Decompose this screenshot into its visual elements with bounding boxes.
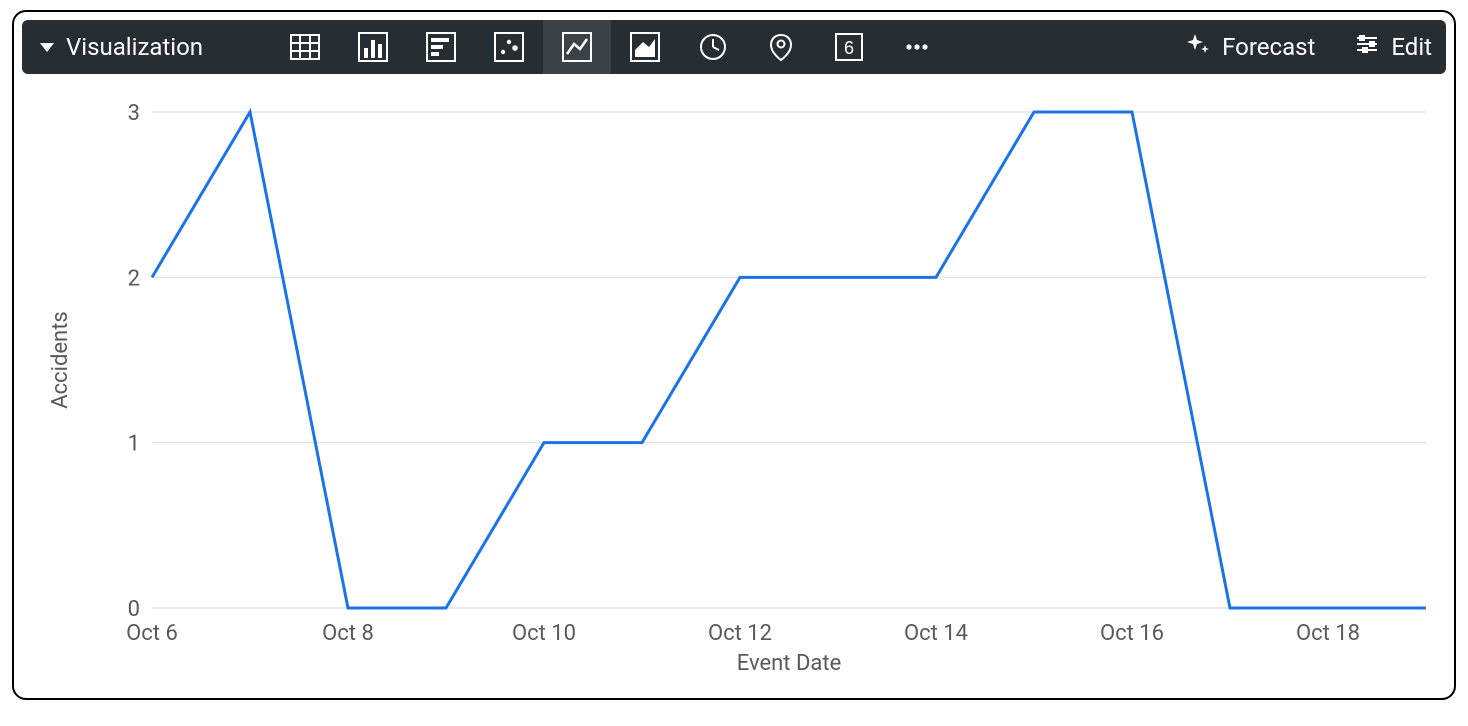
viz-type-map[interactable]: [747, 20, 815, 74]
edit-label: Edit: [1391, 33, 1432, 61]
scatter-chart-icon: [494, 32, 524, 62]
caret-down-icon: [40, 40, 54, 54]
more-icon: [902, 32, 932, 62]
y-tick-label: 2: [128, 266, 140, 291]
viz-type-timeline[interactable]: [679, 20, 747, 74]
timeline-icon: [698, 32, 728, 62]
viz-type-strip: 6: [271, 20, 951, 74]
x-tick-label: Oct 14: [904, 621, 968, 646]
sliders-icon: [1355, 32, 1379, 62]
forecast-label: Forecast: [1222, 33, 1315, 61]
viz-type-more[interactable]: [883, 20, 951, 74]
visualization-toggle[interactable]: Visualization: [32, 33, 211, 61]
line-chart-icon: [562, 32, 592, 62]
viz-type-scatter[interactable]: [475, 20, 543, 74]
x-tick-label: Oct 16: [1100, 621, 1164, 646]
y-tick-label: 3: [128, 101, 140, 126]
viz-type-single-value[interactable]: 6: [815, 20, 883, 74]
x-tick-label: Oct 6: [126, 621, 178, 646]
toolbar-right: Forecast Edit: [1186, 32, 1432, 62]
svg-text:6: 6: [844, 38, 854, 58]
x-tick-label: Oct 8: [322, 621, 374, 646]
sparkle-icon: [1186, 32, 1210, 62]
x-axis-title: Event Date: [737, 651, 841, 676]
forecast-button[interactable]: Forecast: [1186, 32, 1315, 62]
y-axis-title: Accidents: [48, 311, 73, 409]
chart-area: 0 1 2 3 Oct 6 Oct 8 Oct 10 Oct 12 Oct 14 Oct 16 Oc…: [22, 82, 1446, 688]
visualization-toolbar: Visualization: [22, 20, 1446, 74]
y-tick-label: 0: [128, 597, 140, 622]
viz-type-table[interactable]: [271, 20, 339, 74]
x-tick-label: Oct 18: [1296, 621, 1360, 646]
data-line: [152, 112, 1426, 608]
x-tick-label: Oct 10: [512, 621, 576, 646]
edit-button[interactable]: Edit: [1355, 32, 1432, 62]
viz-type-column[interactable]: [339, 20, 407, 74]
y-tick-label: 1: [128, 432, 140, 457]
column-chart-icon: [358, 32, 388, 62]
bar-chart-icon: [426, 32, 456, 62]
x-tick-label: Oct 12: [708, 621, 772, 646]
viz-type-area[interactable]: [611, 20, 679, 74]
table-icon: [290, 32, 320, 62]
line-chart-svg: 0 1 2 3 Oct 6 Oct 8 Oct 10 Oct 12 Oct 14 Oct 16 Oc…: [22, 82, 1446, 688]
viz-type-bar[interactable]: [407, 20, 475, 74]
single-value-icon: 6: [834, 32, 864, 62]
viz-type-line[interactable]: [543, 20, 611, 74]
map-pin-icon: [766, 32, 796, 62]
panel: Visualization: [12, 10, 1456, 700]
area-chart-icon: [630, 32, 660, 62]
visualization-title: Visualization: [66, 33, 203, 61]
